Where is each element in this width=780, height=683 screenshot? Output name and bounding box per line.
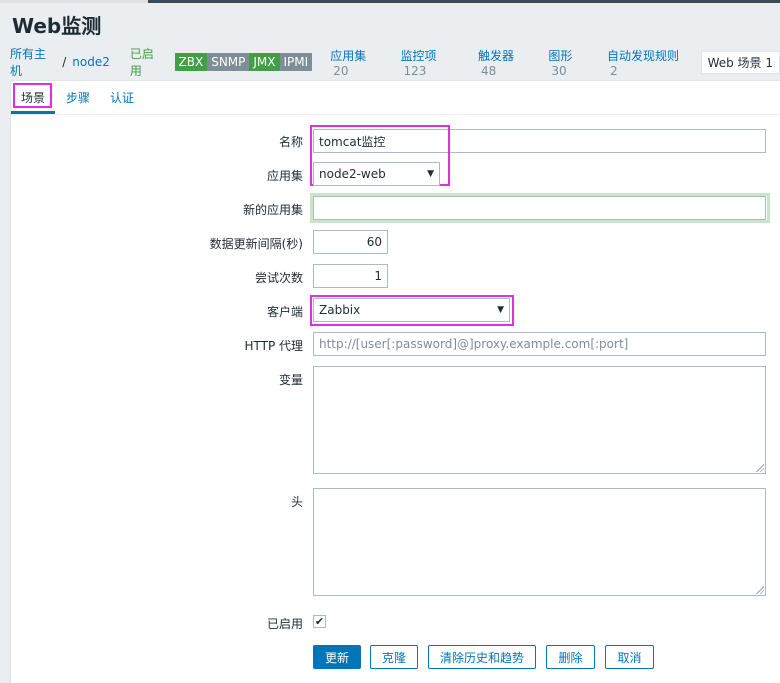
link-triggers[interactable]: 触发器 bbox=[478, 49, 514, 63]
breadcrumb-separator: / bbox=[62, 55, 67, 69]
clear-history-button[interactable]: 清除历史和趋势 bbox=[428, 645, 536, 669]
variables-label: 变量 bbox=[278, 373, 303, 387]
badge-snmp: SNMP bbox=[207, 53, 250, 71]
count-graphs: 30 bbox=[551, 63, 567, 78]
delete-button[interactable]: 删除 bbox=[546, 645, 595, 669]
agent-highlight bbox=[310, 295, 514, 326]
active-tab-indicator bbox=[11, 111, 55, 114]
count-items: 123 bbox=[403, 63, 427, 78]
current-web-scenarios[interactable]: Web 场景 1 bbox=[700, 50, 780, 74]
variables-textarea[interactable] bbox=[313, 366, 766, 474]
badge-zbx: ZBX bbox=[174, 53, 208, 71]
agent-label: 客户端 bbox=[266, 305, 303, 319]
link-applications[interactable]: 应用集 bbox=[330, 49, 366, 63]
breadcrumb-host[interactable]: node2 bbox=[72, 55, 110, 69]
application-value: node2-web bbox=[319, 167, 386, 181]
badge-ipmi: IPMI bbox=[279, 53, 313, 71]
breadcrumb-all-hosts[interactable]: 所有主机 bbox=[10, 45, 56, 79]
form-tabs: 场景 步骤 认证 bbox=[11, 81, 780, 115]
resize-grip-icon[interactable] bbox=[756, 464, 764, 472]
host-status[interactable]: 已启用 bbox=[130, 45, 165, 79]
form-panel: 场景 步骤 认证 名称 应用集 node2-web ▼ 新的应用集 数据更新间隔… bbox=[10, 80, 780, 683]
link-discovery-rules[interactable]: 自动发现规则 bbox=[607, 49, 679, 63]
interval-input[interactable] bbox=[313, 230, 388, 254]
headers-textarea[interactable] bbox=[313, 488, 766, 596]
attempts-label: 尝试次数 bbox=[254, 271, 303, 285]
tab-authentication[interactable]: 认证 bbox=[110, 89, 134, 106]
count-discovery-rules: 2 bbox=[610, 63, 618, 78]
link-graphs[interactable]: 图形 bbox=[548, 49, 572, 63]
badge-jmx: JMX bbox=[249, 53, 280, 71]
application-label: 应用集 bbox=[266, 169, 303, 183]
attempts-input[interactable] bbox=[313, 264, 388, 288]
page-title: Web监测 bbox=[12, 14, 102, 38]
resize-grip-icon[interactable] bbox=[756, 586, 764, 594]
availability-badges: ZBX SNMP JMX IPMI bbox=[174, 53, 313, 71]
tab-highlight bbox=[13, 83, 52, 108]
headers-label: 头 bbox=[290, 495, 303, 509]
top-bar bbox=[0, 0, 780, 3]
new-application-input[interactable] bbox=[313, 196, 766, 220]
count-applications: 20 bbox=[333, 63, 349, 78]
link-items[interactable]: 监控项 bbox=[400, 49, 436, 63]
chevron-down-icon: ▼ bbox=[427, 169, 434, 179]
enabled-label: 已启用 bbox=[266, 617, 303, 631]
application-select[interactable]: node2-web ▼ bbox=[313, 162, 440, 186]
enabled-checkbox[interactable]: ✔ bbox=[313, 615, 326, 628]
clone-button[interactable]: 克隆 bbox=[370, 645, 418, 669]
cancel-button[interactable]: 取消 bbox=[605, 645, 654, 669]
count-triggers: 48 bbox=[481, 63, 497, 78]
interval-label: 数据更新间隔(秒) bbox=[209, 237, 303, 251]
name-label: 名称 bbox=[278, 135, 303, 149]
top-bar-dark bbox=[148, 0, 780, 3]
proxy-input[interactable] bbox=[313, 332, 766, 356]
proxy-label: HTTP 代理 bbox=[244, 339, 303, 353]
tab-steps[interactable]: 步骤 bbox=[66, 89, 90, 106]
breadcrumb: 所有主机 / node2 已启用 ZBX SNMP JMX IPMI 应用集20… bbox=[10, 45, 780, 79]
new-application-label: 新的应用集 bbox=[242, 203, 303, 217]
update-button[interactable]: 更新 bbox=[313, 645, 361, 669]
